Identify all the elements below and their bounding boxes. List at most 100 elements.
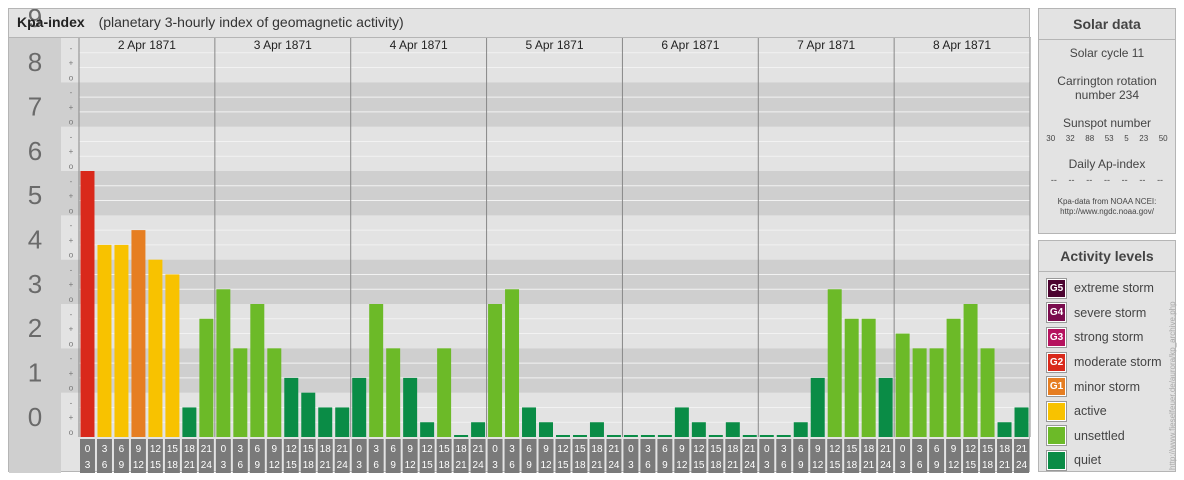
activity-level-item: quiet bbox=[1039, 448, 1175, 473]
level-band bbox=[61, 171, 1030, 216]
interval-start-label: 18 bbox=[184, 444, 196, 455]
kpa-chart-panel: 0 1 2 3 4 5 6 7 8 9 o + - o + - o + - o + - o + - o + - o + - o + - o + -2 A… bbox=[8, 8, 1031, 473]
day-label: 7 Apr 1871 bbox=[797, 38, 855, 52]
interval-end-label: 6 bbox=[917, 460, 923, 471]
interval-start-label: 15 bbox=[167, 444, 179, 455]
interval-start-label: 12 bbox=[693, 444, 705, 455]
kp-bar bbox=[776, 435, 791, 437]
interval-start-label: 15 bbox=[574, 444, 586, 455]
interval-start-label: 12 bbox=[965, 444, 977, 455]
level-swatch: G4 bbox=[1046, 302, 1067, 324]
y-minor-tick-label: o bbox=[69, 384, 74, 393]
interval-start-label: 0 bbox=[628, 444, 634, 455]
kp-bar bbox=[199, 318, 214, 437]
solar-data-panel: Solar data Solar cycle 11 Carrington rot… bbox=[1038, 8, 1176, 234]
kp-bar bbox=[640, 435, 655, 437]
kp-bar bbox=[182, 407, 197, 437]
interval-end-label: 6 bbox=[102, 460, 108, 471]
y-minor-tick-label: o bbox=[69, 251, 74, 260]
interval-start-label: 6 bbox=[662, 444, 668, 455]
interval-end-label: 24 bbox=[473, 460, 485, 471]
interval-start-label: 15 bbox=[439, 444, 451, 455]
interval-end-label: 6 bbox=[238, 460, 244, 471]
y-minor-tick-label: - bbox=[70, 221, 73, 230]
interval-end-label: 9 bbox=[662, 460, 668, 471]
kp-bar bbox=[386, 348, 401, 437]
interval-end-label: 12 bbox=[133, 460, 145, 471]
interval-start-label: 0 bbox=[356, 444, 362, 455]
interval-start-label: 12 bbox=[829, 444, 841, 455]
level-label: moderate storm bbox=[1074, 355, 1162, 370]
interval-start-label: 12 bbox=[150, 444, 162, 455]
interval-end-label: 18 bbox=[846, 460, 858, 471]
kp-bar bbox=[80, 171, 95, 437]
kp-bar bbox=[997, 422, 1012, 437]
interval-end-label: 18 bbox=[167, 460, 179, 471]
interval-end-label: 15 bbox=[557, 460, 569, 471]
kp-bar bbox=[403, 377, 418, 437]
kp-bar bbox=[556, 435, 570, 437]
interval-end-label: 21 bbox=[727, 460, 739, 471]
interval-end-label: 9 bbox=[119, 460, 125, 471]
y-tick-label: 3 bbox=[28, 269, 42, 299]
interval-end-label: 21 bbox=[591, 460, 603, 471]
kp-bar bbox=[97, 244, 112, 437]
kp-bar bbox=[352, 377, 367, 437]
y-tick-label: 0 bbox=[28, 402, 42, 432]
kp-bar bbox=[165, 274, 180, 437]
kp-bar bbox=[216, 289, 231, 437]
data-source-link[interactable]: http://www.ngdc.noaa.gov/ bbox=[1039, 207, 1175, 217]
interval-end-label: 6 bbox=[781, 460, 787, 471]
y-minor-tick-label: + bbox=[69, 147, 74, 156]
day-label: 3 Apr 1871 bbox=[254, 38, 312, 52]
interval-end-label: 24 bbox=[201, 460, 213, 471]
kp-bar bbox=[623, 435, 638, 437]
interval-end-label: 12 bbox=[812, 460, 824, 471]
interval-start-label: 6 bbox=[119, 444, 125, 455]
kp-bar bbox=[505, 289, 520, 437]
level-label: quiet bbox=[1074, 453, 1102, 468]
y-minor-tick-label: - bbox=[70, 44, 73, 53]
kp-bar bbox=[335, 407, 350, 437]
interval-start-label: 18 bbox=[591, 444, 603, 455]
kp-bar bbox=[539, 422, 553, 437]
y-minor-tick-label: - bbox=[70, 265, 73, 274]
interval-start-label: 18 bbox=[727, 444, 739, 455]
y-minor-tick-label: + bbox=[69, 280, 74, 289]
interval-start-label: 18 bbox=[863, 444, 875, 455]
kp-bar bbox=[420, 422, 435, 437]
interval-end-label: 15 bbox=[693, 460, 705, 471]
interval-start-label: 3 bbox=[645, 444, 651, 455]
interval-end-label: 24 bbox=[337, 460, 349, 471]
level-band bbox=[61, 126, 1030, 171]
y-tick-label: 6 bbox=[28, 136, 42, 166]
interval-end-label: 3 bbox=[628, 460, 634, 471]
interval-start-label: 9 bbox=[679, 444, 685, 455]
level-swatch: G1 bbox=[1046, 376, 1067, 398]
sunspot-value: 32 bbox=[1065, 134, 1075, 143]
interval-end-label: 24 bbox=[744, 460, 756, 471]
y-tick-label: 8 bbox=[28, 47, 42, 77]
sunspot-value: 30 bbox=[1046, 134, 1056, 143]
activity-level-item: G1 minor storm bbox=[1039, 374, 1175, 399]
kp-bar bbox=[742, 435, 757, 437]
kp-bar bbox=[131, 230, 146, 437]
level-label: minor storm bbox=[1074, 379, 1140, 394]
y-minor-tick-label: - bbox=[70, 310, 73, 319]
activity-level-item: unsettled bbox=[1039, 424, 1175, 449]
interval-start-label: 21 bbox=[337, 444, 349, 455]
y-tick-label: 7 bbox=[28, 92, 42, 122]
watermark: http://www.fieselfeuer.de/aurora/kp_arch… bbox=[1168, 301, 1177, 470]
interval-start-label: 3 bbox=[781, 444, 787, 455]
ap-index-value: -- bbox=[1050, 175, 1057, 185]
interval-start-label: 15 bbox=[710, 444, 722, 455]
interval-start-label: 12 bbox=[422, 444, 434, 455]
interval-start-label: 6 bbox=[390, 444, 396, 455]
kp-bar bbox=[963, 304, 978, 437]
kp-bar bbox=[284, 377, 299, 437]
interval-end-label: 18 bbox=[982, 460, 994, 471]
kp-bar bbox=[657, 435, 672, 437]
interval-end-label: 24 bbox=[608, 460, 620, 471]
kp-bar bbox=[708, 435, 723, 437]
kp-bar bbox=[810, 377, 825, 437]
